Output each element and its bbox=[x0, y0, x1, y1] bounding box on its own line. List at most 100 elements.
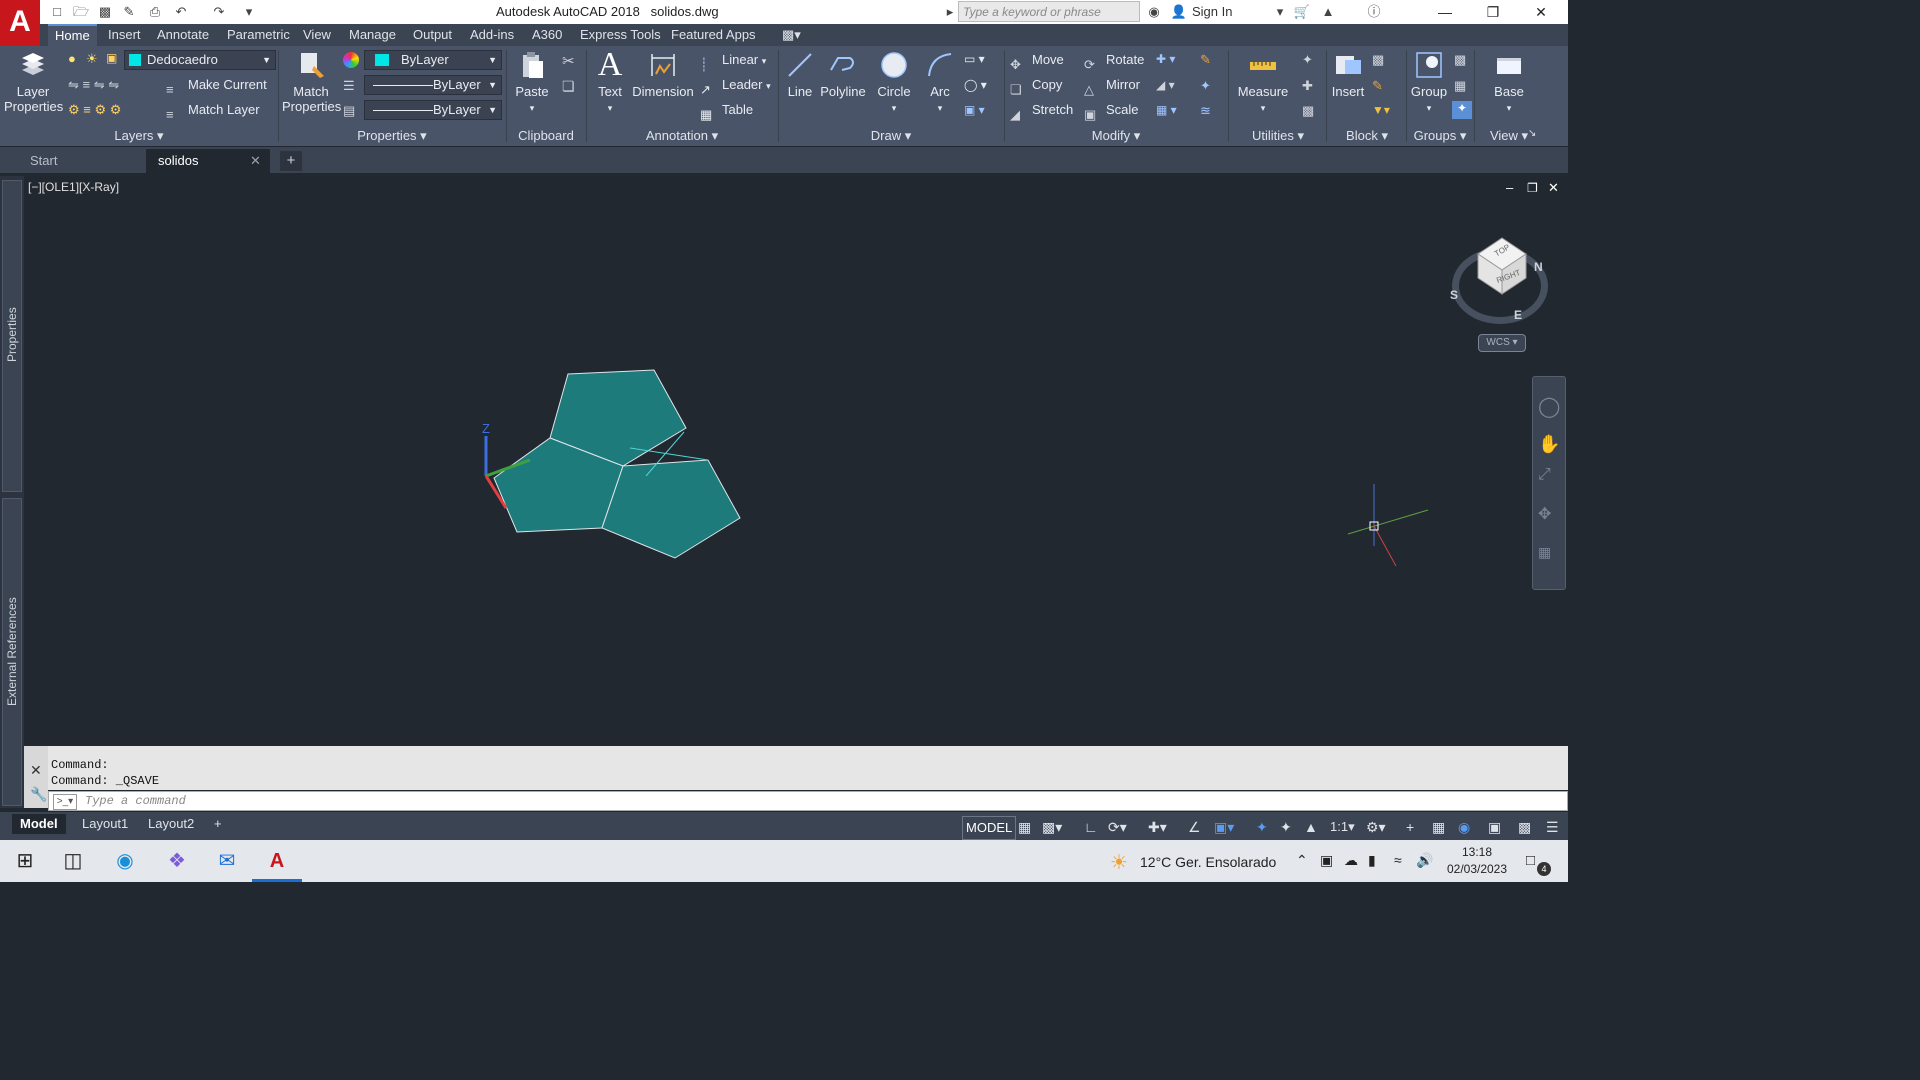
measure-button[interactable]: Measure ▾ bbox=[1234, 50, 1292, 116]
new-file-icon[interactable]: □ bbox=[48, 3, 66, 21]
polar-icon[interactable]: ⟳▾ bbox=[1108, 818, 1127, 836]
hatch-icon[interactable]: ◯ ▾ bbox=[964, 78, 987, 92]
annotation-scale-icon[interactable]: ▲ bbox=[1304, 818, 1318, 836]
save-icon[interactable]: ▩ bbox=[96, 3, 114, 21]
sign-in-dropdown-icon[interactable]: ▾ bbox=[1274, 3, 1286, 21]
boundary-icon[interactable]: ▣ ▾ bbox=[964, 103, 985, 117]
trim-icon[interactable]: ✚ ▾ bbox=[1156, 52, 1175, 66]
mail-icon[interactable]: ✉ bbox=[212, 846, 242, 876]
isolate-objects-icon[interactable]: ▣ bbox=[1488, 818, 1501, 836]
auto-scale-icon[interactable]: ✦ bbox=[1280, 818, 1292, 836]
steering-wheel-icon[interactable]: ◯ bbox=[1538, 394, 1560, 419]
create-block-icon[interactable]: ▩ bbox=[1372, 52, 1384, 68]
group-button[interactable]: Group ▾ bbox=[1408, 50, 1450, 116]
layer-dropdown[interactable]: Dedocaedro ▼ ● ☀ ▣ bbox=[64, 50, 276, 70]
expand-search-icon[interactable]: ▸ bbox=[944, 3, 956, 21]
properties-panel-title[interactable]: Properties ▾ bbox=[280, 126, 504, 146]
sign-in-button[interactable]: Sign In bbox=[1192, 4, 1232, 19]
group-edit-icon[interactable]: ▦ bbox=[1454, 78, 1466, 94]
match-properties-button[interactable]: Match Properties bbox=[282, 50, 341, 114]
mirror-button[interactable]: △ Mirror bbox=[1084, 74, 1140, 97]
show-hidden-icons-chevron-icon[interactable]: ⌃ bbox=[1296, 852, 1308, 869]
object-snap-tracking-icon[interactable]: ∠ bbox=[1188, 818, 1201, 836]
ungroup-icon[interactable]: ▩ bbox=[1454, 52, 1466, 68]
pentagon-right[interactable] bbox=[601, 459, 741, 559]
rotate-button[interactable]: ⟳ Rotate bbox=[1084, 49, 1144, 72]
tab-a360[interactable]: A360 bbox=[525, 24, 569, 46]
layer-tools-row-1[interactable]: ⇋ ≡ ⇋ ⇋ bbox=[68, 74, 158, 96]
undo-icon[interactable]: ↶ bbox=[172, 3, 190, 21]
ribbon-options-icon[interactable]: ▩▾ bbox=[775, 24, 808, 46]
object-snap-icon[interactable]: ▣▾ bbox=[1214, 818, 1234, 836]
customize-qat-icon[interactable]: ▾ bbox=[240, 3, 258, 21]
linear-dimension-button[interactable]: ┊ Linear ▾ bbox=[700, 49, 766, 72]
viewcube[interactable] bbox=[1474, 232, 1530, 298]
restore-icon[interactable]: ❐ bbox=[1470, 0, 1516, 24]
table-button[interactable]: ▦ Table bbox=[700, 99, 753, 122]
array-icon[interactable]: ▦ ▾ bbox=[1156, 103, 1177, 117]
group-selection-icon[interactable]: ✦ bbox=[1452, 101, 1472, 119]
leader-button[interactable]: ↗ Leader ▾ bbox=[700, 74, 771, 97]
orbit-icon[interactable]: ✥ bbox=[1538, 504, 1551, 524]
rectangle-icon[interactable]: ▭ ▾ bbox=[964, 52, 985, 66]
drawing-viewport[interactable] bbox=[24, 176, 1568, 744]
pan-icon[interactable]: ✋ bbox=[1538, 434, 1560, 455]
annotation-visibility-icon[interactable]: ✦ bbox=[1256, 818, 1268, 836]
customization-menu-icon[interactable]: ☰ bbox=[1546, 818, 1559, 836]
tab-express-tools[interactable]: Express Tools bbox=[573, 24, 668, 46]
binoculars-icon[interactable]: ◉ bbox=[1144, 3, 1164, 21]
volume-icon[interactable]: 🔊 bbox=[1416, 852, 1433, 869]
viewport-minimize-icon[interactable]: – bbox=[1506, 180, 1513, 195]
groups-panel-title[interactable]: Groups ▾ bbox=[1408, 126, 1472, 146]
workspace-gear-icon[interactable]: ⚙▾ bbox=[1366, 818, 1386, 836]
tab-home[interactable]: Home bbox=[48, 24, 97, 46]
grid-icon[interactable]: ▦ bbox=[1018, 818, 1031, 836]
arc-button[interactable]: Arc ▾ bbox=[920, 50, 960, 116]
panel-expand-icon[interactable]: ↘ bbox=[1528, 128, 1536, 139]
layout-tab-model[interactable]: Model bbox=[12, 814, 66, 834]
onedrive-cloud-icon[interactable]: ☁ bbox=[1344, 852, 1358, 869]
tab-manage[interactable]: Manage bbox=[342, 24, 403, 46]
color-dropdown[interactable]: ByLayer ▼ bbox=[364, 50, 502, 70]
clock[interactable]: 13:18 02/03/2023 bbox=[1446, 845, 1508, 876]
paste-button[interactable]: Paste ▾ bbox=[512, 50, 552, 116]
weather-text[interactable]: 12°C Ger. Ensolarado bbox=[1140, 854, 1276, 870]
open-file-icon[interactable]: 🗁 bbox=[72, 3, 90, 21]
wcs-menu-button[interactable]: WCS ▾ bbox=[1478, 334, 1526, 352]
modify-panel-title[interactable]: Modify ▾ bbox=[1006, 126, 1226, 146]
compass-south[interactable]: S bbox=[1450, 288, 1458, 302]
move-button[interactable]: ✥ Move bbox=[1010, 49, 1064, 72]
units-icon[interactable]: ▦ bbox=[1432, 818, 1445, 836]
attribute-icon[interactable]: ▼▾ bbox=[1372, 103, 1390, 117]
save-as-icon[interactable]: ✎ bbox=[120, 3, 138, 21]
autocad-taskbar-icon[interactable]: A bbox=[262, 846, 292, 876]
compass-east[interactable]: E bbox=[1514, 308, 1522, 322]
hardware-acceleration-icon[interactable]: ◉ bbox=[1458, 818, 1470, 836]
explode-icon[interactable]: ✦ bbox=[1200, 78, 1211, 94]
match-layer-button[interactable]: ≡ Match Layer bbox=[166, 99, 260, 122]
tab-insert[interactable]: Insert bbox=[101, 24, 148, 46]
insert-block-button[interactable]: Insert bbox=[1330, 50, 1366, 99]
model-space-button[interactable]: MODEL bbox=[962, 816, 1017, 840]
base-view-button[interactable]: Base ▾ bbox=[1486, 50, 1532, 116]
help-icon[interactable]: ⓘ bbox=[1364, 3, 1384, 21]
viewport-restore-icon[interactable]: ❐ bbox=[1527, 181, 1538, 195]
erase-icon[interactable]: ✎ bbox=[1200, 52, 1211, 68]
close-icon[interactable]: ✕ bbox=[1518, 0, 1564, 24]
layout-tab-layout1[interactable]: Layout1 bbox=[74, 814, 136, 834]
print-icon[interactable]: ⎙ bbox=[146, 3, 164, 21]
battery-icon[interactable]: ▮ bbox=[1368, 852, 1376, 869]
draw-panel-title[interactable]: Draw ▾ bbox=[780, 126, 1002, 146]
customize-icon[interactable]: 🔧 bbox=[30, 786, 47, 803]
viewport-controls-label[interactable]: [−][OLE1][X-Ray] bbox=[28, 180, 119, 194]
quick-select-icon[interactable]: ✦ bbox=[1302, 52, 1313, 68]
copilot-icon[interactable]: ❖ bbox=[162, 846, 192, 876]
windows-start-icon[interactable]: ⊞ bbox=[10, 846, 40, 876]
command-input[interactable]: Type a command bbox=[48, 791, 1568, 811]
polyline-button[interactable]: Polyline bbox=[820, 50, 866, 99]
compass-north[interactable]: N bbox=[1534, 260, 1543, 274]
line-button[interactable]: Line bbox=[782, 50, 818, 99]
annotation-scale-dropdown[interactable]: 1:1▾ bbox=[1330, 818, 1355, 836]
user-icon[interactable]: 👤 bbox=[1170, 3, 1188, 21]
wifi-icon[interactable]: ≈ bbox=[1394, 852, 1402, 868]
